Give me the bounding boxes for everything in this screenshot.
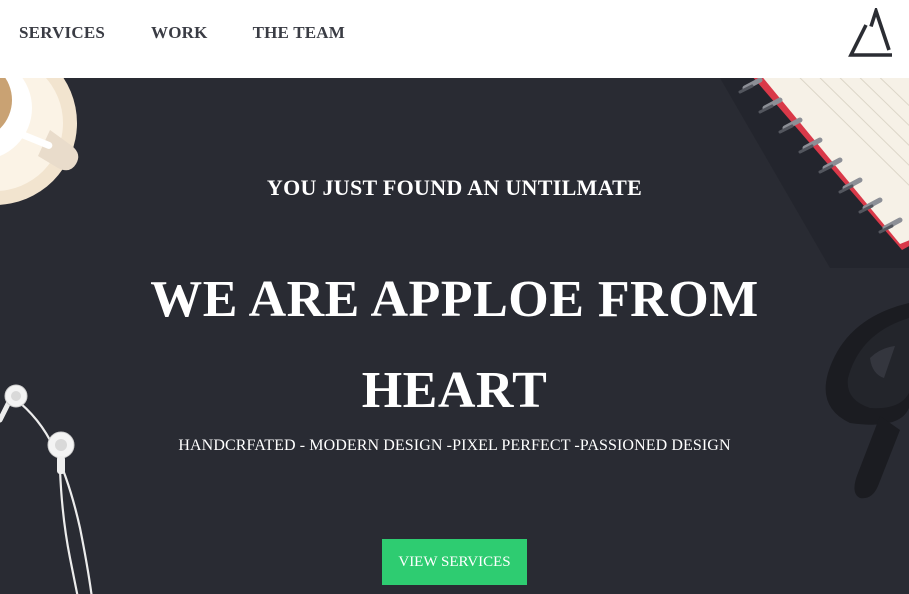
nav-link-work[interactable]: WORK: [151, 23, 208, 43]
view-services-button[interactable]: VIEW SERVICES: [382, 539, 527, 585]
notebook-icon: [720, 78, 909, 268]
eyeglasses-icon: [825, 303, 909, 499]
hero-headline: WE ARE APPLOE FROM HEART: [150, 271, 759, 419]
nav-links: SERVICES WORK THE TEAM: [19, 23, 345, 43]
nav-link-services[interactable]: SERVICES: [19, 23, 105, 43]
navbar: SERVICES WORK THE TEAM: [0, 0, 909, 78]
hero-section: YOU JUST FOUND AN UNTILMATE WE ARE APPLO…: [0, 78, 909, 594]
hero-tagline: HANDCRFATED - MODERN DESIGN -PIXEL PERFE…: [178, 437, 731, 454]
nav-link-the-team[interactable]: THE TEAM: [253, 23, 345, 43]
triangle-logo-icon[interactable]: [848, 5, 904, 58]
earbud-left: [4, 384, 28, 408]
hero-kicker: YOU JUST FOUND AN UNTILMATE: [266, 175, 643, 200]
earphones-icon: [0, 393, 93, 594]
